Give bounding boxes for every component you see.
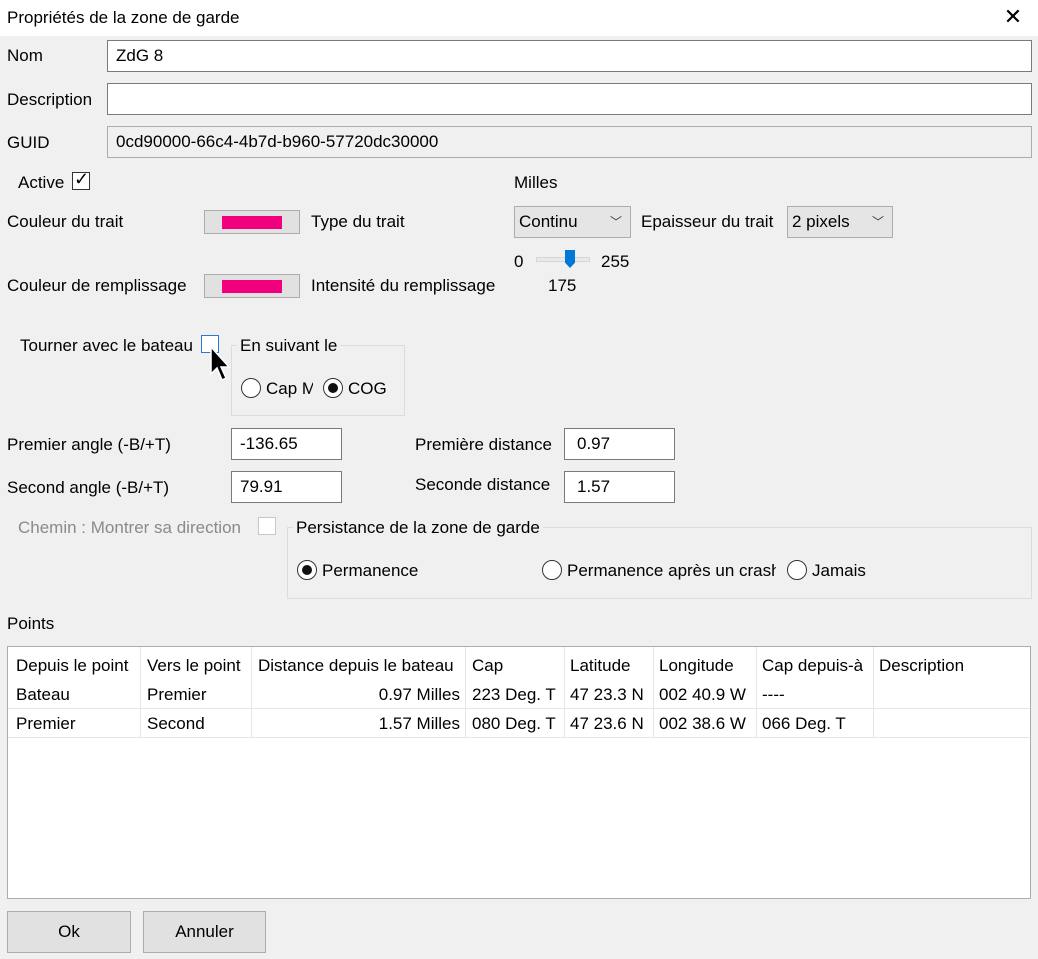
line-color-label: Couleur du trait (7, 212, 124, 231)
table-cell: 0.97 Milles (378, 685, 460, 704)
line-type-select[interactable]: Continu ﹀ (514, 206, 631, 238)
column-header[interactable]: Cap (472, 656, 503, 676)
after-crash-radio[interactable] (542, 560, 562, 580)
guid-field: 0cd90000-66c4-4b7d-b960-57720dc30000 (107, 126, 1032, 158)
first-angle-input[interactable]: -136.65 (231, 428, 342, 460)
fill-color-label: Couleur de remplissage (7, 276, 187, 295)
table-cell: 002 38.6 W (659, 714, 746, 733)
cap-m-label: Cap M (266, 379, 313, 398)
points-label: Points (7, 614, 55, 633)
units-label: Milles (514, 173, 558, 192)
name-label: Nom (7, 46, 43, 65)
column-header[interactable]: Vers le point (147, 656, 241, 676)
line-type-value: Continu (519, 212, 578, 231)
guid-label: GUID (7, 133, 50, 152)
points-table[interactable]: Depuis le point Vers le point Distance d… (7, 646, 1031, 899)
mouse-cursor-icon (210, 346, 231, 382)
fill-color-button[interactable] (204, 274, 300, 298)
second-angle-label: Second angle (-B/+T) (7, 478, 170, 497)
line-type-label: Type du trait (311, 212, 405, 231)
line-color-swatch (222, 216, 282, 229)
cancel-button[interactable]: Annuler (143, 911, 266, 953)
chevron-down-icon: ﹀ (871, 215, 884, 229)
column-header[interactable]: Depuis le point (16, 656, 128, 676)
first-distance-label: Première distance (415, 435, 553, 454)
fill-intensity-label: Intensité du remplissage (311, 276, 496, 295)
close-icon[interactable]: ✕ (1000, 4, 1026, 30)
active-checkbox[interactable] (72, 169, 90, 190)
table-cell: 47 23.3 N (570, 685, 644, 704)
column-header[interactable]: Cap depuis-à (762, 656, 863, 676)
after-crash-label: Permanence après un crash (567, 561, 776, 580)
cog-radio[interactable] (323, 378, 343, 398)
column-header[interactable]: Distance depuis le bateau (258, 656, 454, 676)
name-input[interactable]: ZdG 8 (107, 40, 1032, 72)
path-direction-label: Chemin : Montrer sa direction (18, 518, 241, 537)
cog-label: COG (348, 379, 387, 398)
table-cell: Bateau (16, 685, 70, 704)
table-cell: 1.57 Milles (378, 714, 460, 733)
ok-button[interactable]: Ok (7, 911, 131, 953)
following-group-title: En suivant le (237, 336, 341, 356)
column-header[interactable]: Latitude (570, 656, 631, 676)
fill-intensity-slider-thumb[interactable] (565, 250, 575, 268)
cap-m-radio[interactable] (241, 378, 261, 398)
slider-value-label: 175 (548, 276, 577, 295)
table-cell: 080 Deg. T (472, 714, 556, 733)
table-cell: Second (147, 714, 205, 733)
window-title: Propriétés de la zone de garde (7, 8, 240, 27)
persistence-group-title: Persistance de la zone de garde (293, 518, 543, 538)
permanent-label: Permanence (322, 561, 419, 580)
active-label: Active (18, 173, 65, 192)
fill-color-swatch (222, 280, 282, 293)
rotate-label: Tourner avec le bateau (20, 336, 193, 355)
line-thickness-select[interactable]: 2 pixels ﹀ (787, 206, 893, 238)
first-distance-input[interactable]: 0.97 (564, 428, 675, 460)
second-angle-input[interactable]: 79.91 (231, 471, 342, 503)
never-label: Jamais (812, 561, 866, 580)
never-radio[interactable] (787, 560, 807, 580)
second-distance-label: Seconde distance (415, 475, 551, 494)
table-cell: ---- (762, 685, 785, 704)
line-thickness-label: Epaisseur du trait (641, 212, 774, 231)
second-distance-input[interactable]: 1.57 (564, 471, 675, 503)
table-cell: Premier (16, 714, 76, 733)
slider-min-label: 0 (514, 252, 524, 271)
table-cell: 066 Deg. T (762, 714, 846, 733)
line-thickness-value: 2 pixels (792, 212, 850, 231)
chevron-down-icon: ﹀ (609, 215, 622, 229)
column-header[interactable]: Longitude (659, 656, 734, 676)
column-header[interactable]: Description (879, 656, 964, 676)
first-angle-label: Premier angle (-B/+T) (7, 435, 171, 454)
slider-max-label: 255 (601, 252, 630, 271)
table-cell: Premier (147, 685, 207, 704)
permanent-radio[interactable] (297, 560, 317, 580)
table-cell: 47 23.6 N (570, 714, 644, 733)
table-cell: 223 Deg. T (472, 685, 556, 704)
table-cell: 002 40.9 W (659, 685, 746, 704)
path-direction-checkbox (258, 517, 276, 535)
line-color-button[interactable] (204, 210, 300, 234)
description-label: Description (7, 90, 93, 109)
description-input[interactable] (107, 83, 1032, 115)
fill-intensity-slider-track[interactable] (536, 257, 590, 262)
